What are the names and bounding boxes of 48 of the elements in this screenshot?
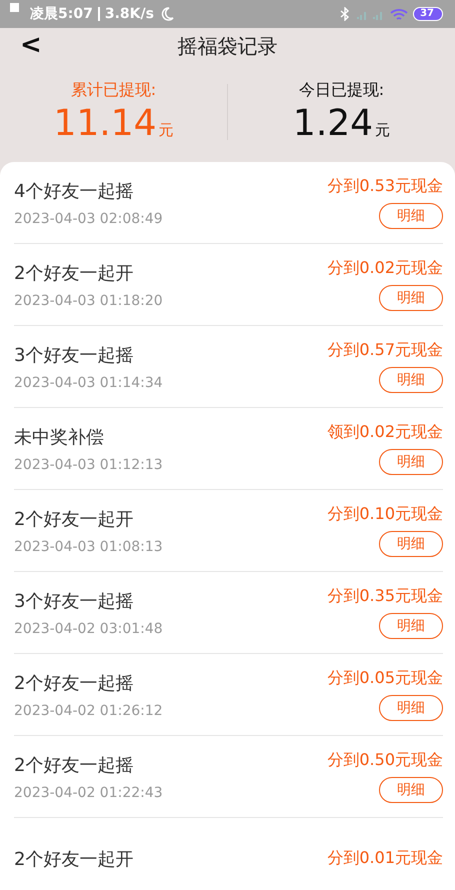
back-button[interactable]: <	[16, 30, 46, 60]
record-time: 2023-04-03 01:12:13	[14, 456, 163, 472]
network-speed: 3.8K/s	[104, 6, 154, 22]
record-time: 2023-04-02 01:22:43	[14, 784, 163, 800]
reward-amount: 分到0.50元现金	[327, 750, 443, 771]
reward-amount: 分到0.05元现金	[327, 668, 443, 689]
details-button[interactable]: 明细	[379, 613, 443, 639]
record-title: 2个好友一起开	[14, 508, 134, 530]
reward-amount: 分到0.02元现金	[327, 258, 443, 279]
status-time: 凌晨5:07	[30, 5, 93, 23]
summary-label: 累计已提现:	[70, 80, 156, 101]
record-title: 4个好友一起摇	[14, 180, 134, 202]
app-notification-icon	[10, 3, 19, 12]
currency-unit: 元	[158, 121, 174, 140]
battery-level: 37	[413, 7, 443, 21]
record-title: 2个好友一起开	[14, 848, 134, 870]
record-title: 2个好友一起摇	[14, 754, 134, 776]
details-button[interactable]: 明细	[379, 777, 443, 803]
wifi-icon	[390, 8, 408, 20]
details-button[interactable]: 明细	[379, 285, 443, 311]
record-time: 2023-04-03 01:08:13	[14, 538, 163, 554]
currency-unit: 元	[375, 121, 390, 140]
details-button[interactable]: 明细	[379, 531, 443, 557]
summary-amount: 11.14	[53, 103, 157, 144]
record-title: 未中奖补偿	[14, 426, 105, 448]
record-time: 2023-04-02 01:26:12	[14, 702, 163, 718]
details-button[interactable]: 明细	[379, 449, 443, 475]
summary-amount: 1.24	[292, 103, 374, 144]
details-button[interactable]: 明细	[379, 203, 443, 229]
bluetooth-icon	[340, 7, 350, 21]
reward-amount: 分到0.01元现金	[327, 848, 443, 869]
reward-amount: 分到0.53元现金	[327, 176, 443, 197]
record-title: 3个好友一起摇	[14, 590, 134, 612]
record-title: 2个好友一起开	[14, 262, 134, 284]
summary-label: 今日已提现:	[298, 80, 384, 101]
record-time: 2023-04-03 01:14:34	[14, 374, 163, 390]
reward-amount: 分到0.57元现金	[327, 340, 443, 361]
record-title: 3个好友一起摇	[14, 344, 134, 366]
reward-amount: 分到0.35元现金	[327, 586, 443, 607]
reward-amount: 领到0.02元现金	[327, 422, 443, 443]
record-time: 2023-04-03 01:18:20	[14, 292, 163, 308]
page-title: 摇福袋记录	[178, 32, 278, 60]
record-title: 2个好友一起摇	[14, 672, 134, 694]
record-time: 2023-04-02 03:01:48	[14, 620, 163, 636]
record-time: 2023-04-03 02:08:49	[14, 210, 163, 226]
details-button[interactable]: 明细	[379, 695, 443, 721]
reward-amount: 分到0.10元现金	[327, 504, 443, 525]
details-button[interactable]: 明细	[379, 367, 443, 393]
